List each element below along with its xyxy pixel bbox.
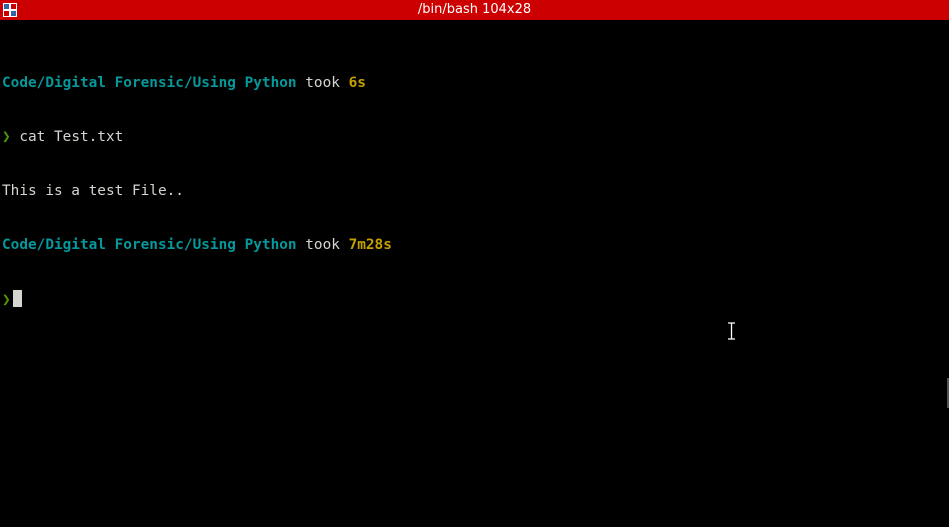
active-prompt-line[interactable]: ❯ — [0, 290, 949, 308]
prompt-line: Code/Digital Forensic/Using Python took … — [0, 74, 949, 92]
terminal-window: /bin/bash 104x28 Code/Digital Forensic/U… — [0, 0, 949, 527]
cwd-path: Code/Digital Forensic/Using Python — [2, 75, 297, 91]
terminal-output[interactable]: Code/Digital Forensic/Using Python took … — [0, 20, 949, 527]
command-output: This is a test File.. — [2, 183, 184, 199]
cwd-path: Code/Digital Forensic/Using Python — [2, 237, 297, 253]
prompt-chevron-icon: ❯ — [2, 129, 11, 145]
prompt-chevron-icon: ❯ — [2, 292, 11, 308]
output-line: This is a test File.. — [0, 182, 949, 200]
took-label: took — [296, 237, 349, 253]
window-title: /bin/bash 104x28 — [417, 2, 532, 17]
text-cursor — [12, 290, 22, 307]
took-label: took — [296, 75, 349, 91]
title-bar[interactable]: /bin/bash 104x28 — [0, 0, 949, 20]
command-duration: 7m28s — [348, 237, 392, 253]
command-text: cat Test.txt — [10, 129, 124, 145]
ibeam-cursor-icon — [728, 322, 735, 340]
prompt-line: Code/Digital Forensic/Using Python took … — [0, 236, 949, 254]
command-duration: 6s — [348, 75, 366, 91]
command-line: ❯ cat Test.txt — [0, 128, 949, 146]
